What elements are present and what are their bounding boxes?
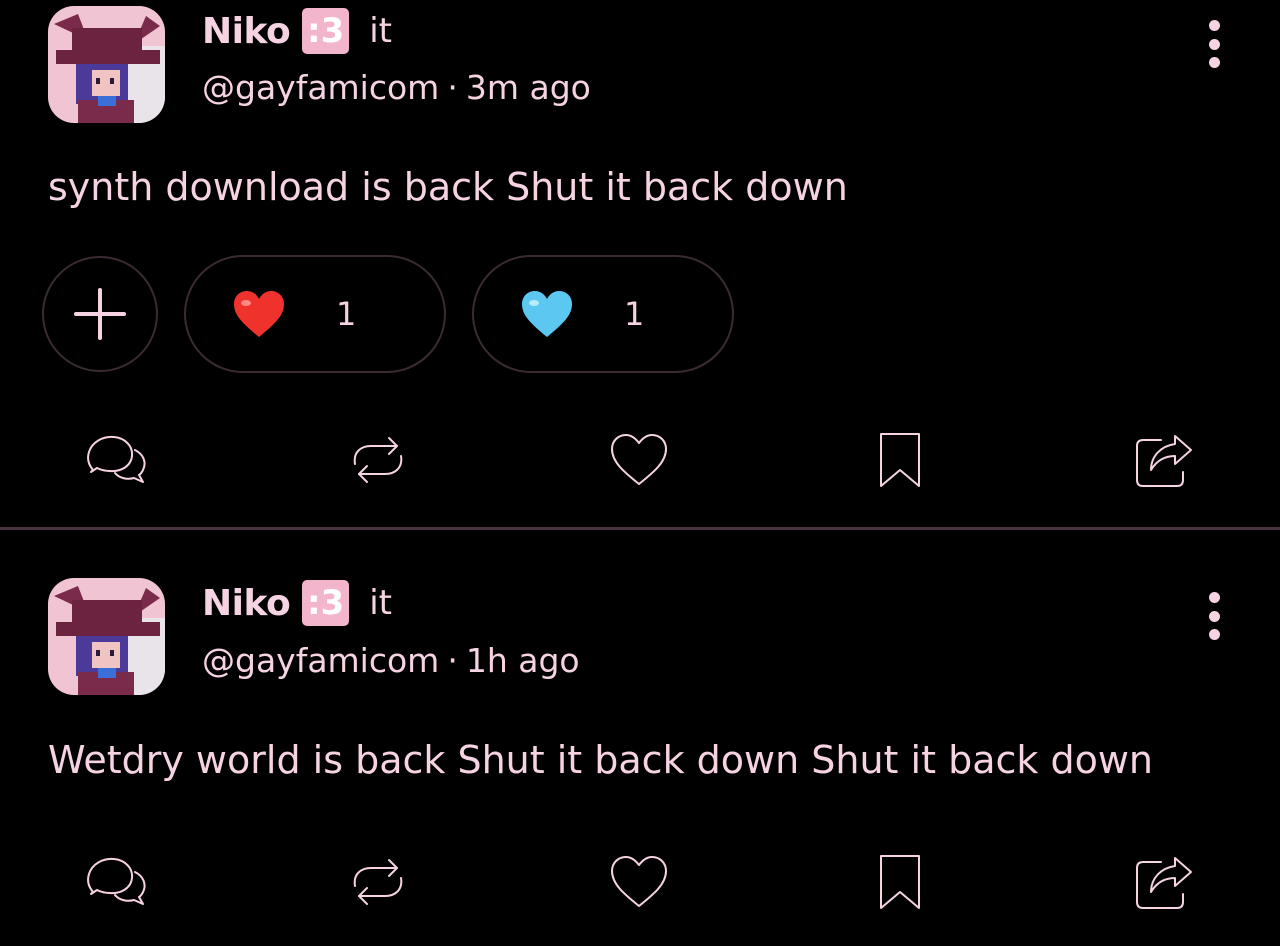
light-blue-heart-icon [522,291,572,337]
post-card[interactable]: Niko :3 it @gayfamicom · 3m ago synth down… [0,0,1280,528]
reply-button[interactable] [78,420,158,500]
reactions-bar: 1 1 [42,255,734,373]
author-name[interactable]: Niko [202,583,291,624]
author-flag: it [369,11,392,51]
avatar[interactable] [48,6,165,123]
separator: · [447,641,458,680]
handle-row: @gayfamicom · 1h ago [202,641,580,680]
bookmark-icon [880,855,920,909]
share-button[interactable] [1124,420,1204,500]
reaction-count: 1 [624,295,645,333]
author-row: Niko :3 it [202,8,392,54]
post-actions [0,842,1280,922]
author-name[interactable]: Niko [202,11,291,52]
separator: · [447,68,458,107]
custom-emoji-badge: :3 [302,580,350,626]
post-actions [0,420,1280,500]
custom-emoji-badge: :3 [302,8,350,54]
post-time: 1h ago [465,641,580,680]
boost-button[interactable] [338,420,418,500]
reply-icon [87,857,146,905]
author-handle[interactable]: @gayfamicom [202,68,439,107]
reply-button[interactable] [78,842,158,922]
share-icon [1136,435,1192,487]
favorite-button[interactable] [599,842,679,922]
reaction-red-heart[interactable]: 1 [184,255,446,373]
post-text: synth download is back Shut it back down [48,165,848,209]
repeat-icon [353,859,403,905]
share-icon [1136,857,1192,909]
author-row: Niko :3 it [202,580,392,626]
reply-icon [87,435,146,483]
author-handle[interactable]: @gayfamicom [202,641,439,680]
favorite-button[interactable] [599,420,679,500]
more-options-icon[interactable] [1204,20,1224,68]
share-button[interactable] [1124,842,1204,922]
more-options-icon[interactable] [1204,592,1224,640]
heart-outline-icon [611,434,667,485]
author-flag: it [369,583,392,623]
red-heart-icon [234,291,284,337]
avatar[interactable] [48,578,165,695]
reaction-count: 1 [336,295,357,333]
add-reaction-button[interactable] [42,256,158,372]
reaction-light-blue-heart[interactable]: 1 [472,255,734,373]
repeat-icon [353,437,403,483]
post-text: Wetdry world is back Shut it back down S… [48,738,1153,782]
boost-button[interactable] [338,842,418,922]
bookmark-button[interactable] [860,420,940,500]
heart-outline-icon [611,856,667,907]
post-card[interactable]: Niko :3 it @gayfamicom · 1h ago Wetdry wor… [0,530,1280,946]
handle-row: @gayfamicom · 3m ago [202,68,591,107]
bookmark-button[interactable] [860,842,940,922]
post-time: 3m ago [465,68,591,107]
bookmark-icon [880,433,920,487]
plus-icon [74,288,126,340]
